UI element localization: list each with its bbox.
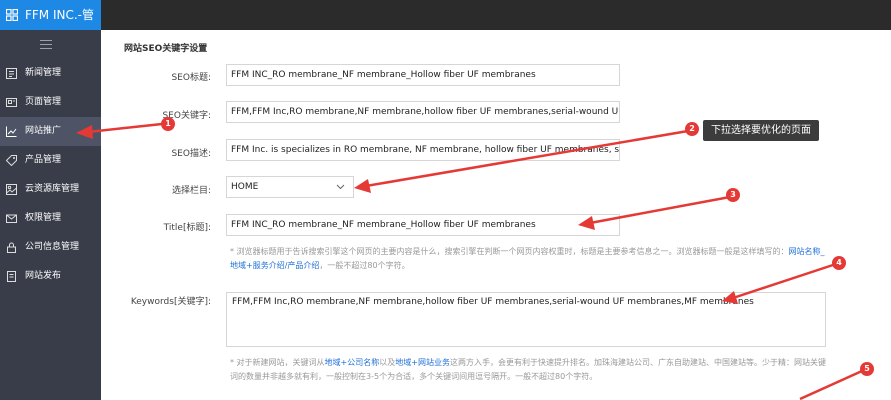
seo-description-input[interactable]: FFM Inc. is specializes in RO membrane, … — [226, 139, 620, 161]
lock-icon — [7, 242, 16, 253]
title-help-text: * 浏览器标题用于告诉搜索引擎这个网页的主要内容是什么，搜索引擎在判断一个网页内… — [230, 247, 825, 270]
keywords-help-text: * 对于新建网站，关键词从地域+公司名称以及地域+网站业务这两方入手，会更有利于… — [230, 358, 826, 381]
menu-icon[interactable] — [40, 40, 52, 50]
seo-keywords-label: SEO关键字: — [162, 111, 211, 121]
chevron-down-icon — [336, 184, 345, 190]
seo-title-input[interactable]: FFM INC_RO membrane_NF membrane_Hollow f… — [226, 64, 620, 86]
tag-icon — [6, 155, 17, 166]
sidebar-item-label: 云资源库管理 — [25, 184, 80, 194]
sidebar-item-label: 网站推广 — [25, 126, 62, 136]
keywords-help-link-region[interactable]: 地域+公司名称 — [325, 358, 380, 367]
sidebar-item-label: 网站发布 — [25, 271, 62, 281]
sidebar-item-news[interactable]: 新闻管理 — [0, 59, 101, 88]
chart-icon — [6, 126, 17, 137]
keywords-label: Keywords[关键字]: — [130, 297, 211, 307]
sidebar: 新闻管理 页面管理 网站推广 产品管理 云资源库管理 权限管理 公司信息管理 网… — [0, 30, 101, 400]
sidebar-item-label: 权限管理 — [25, 213, 62, 223]
annotation-marker-2: 2 — [685, 122, 699, 136]
document-icon — [7, 271, 16, 282]
sidebar-item-cloud-library[interactable]: 云资源库管理 — [0, 175, 101, 204]
sidebar-item-label: 新闻管理 — [25, 68, 62, 78]
keywords-textarea[interactable]: FFM,FFM Inc,RO membrane,NF membrane,holl… — [226, 292, 826, 347]
top-bar — [0, 0, 891, 30]
sidebar-item-promotion[interactable]: 网站推广 — [0, 117, 101, 146]
column-select-value: HOME — [231, 182, 259, 192]
seo-title-label: SEO标题: — [171, 73, 211, 83]
sidebar-item-company-info[interactable]: 公司信息管理 — [0, 233, 101, 262]
news-icon — [6, 68, 17, 79]
annotation-marker-3: 3 — [726, 188, 740, 202]
app-title: FFM INC.-管 — [25, 8, 95, 22]
grid-icon — [6, 9, 18, 21]
column-select-label: 选择栏目: — [171, 186, 211, 196]
image-icon — [6, 184, 17, 195]
mail-icon — [6, 214, 17, 223]
sidebar-item-permissions[interactable]: 权限管理 — [0, 204, 101, 233]
sidebar-item-label: 产品管理 — [25, 155, 62, 165]
sidebar-item-publish[interactable]: 网站发布 — [0, 262, 101, 291]
seo-description-label: SEO描述: — [171, 149, 211, 159]
sidebar-item-label: 页面管理 — [25, 97, 62, 107]
annotation-marker-4: 4 — [832, 256, 846, 270]
sidebar-item-label: 公司信息管理 — [25, 242, 80, 252]
main-content: 网站SEO关键字设置 SEO标题: FFM INC_RO membrane_NF… — [101, 30, 891, 400]
page-title-input[interactable]: FFM INC_RO membrane_NF membrane_Hollow f… — [226, 214, 620, 236]
page-icon — [6, 98, 17, 107]
column-select[interactable]: HOME — [226, 176, 354, 198]
brand-header[interactable]: FFM INC.-管 — [0, 0, 101, 30]
section-title: 网站SEO关键字设置 — [124, 44, 208, 54]
sidebar-item-products[interactable]: 产品管理 — [0, 146, 101, 175]
annotation-tooltip: 下拉选择要优化的页面 — [703, 120, 819, 141]
page-title-label: Title[标题]: — [163, 223, 211, 233]
keywords-help-link-business[interactable]: 地域+网站业务 — [395, 358, 450, 367]
annotation-marker-5: 5 — [860, 362, 874, 376]
annotation-marker-1: 1 — [161, 117, 175, 131]
seo-keywords-input[interactable]: FFM,FFM Inc,RO membrane,NF membrane,holl… — [226, 101, 620, 123]
sidebar-item-pages[interactable]: 页面管理 — [0, 88, 101, 117]
